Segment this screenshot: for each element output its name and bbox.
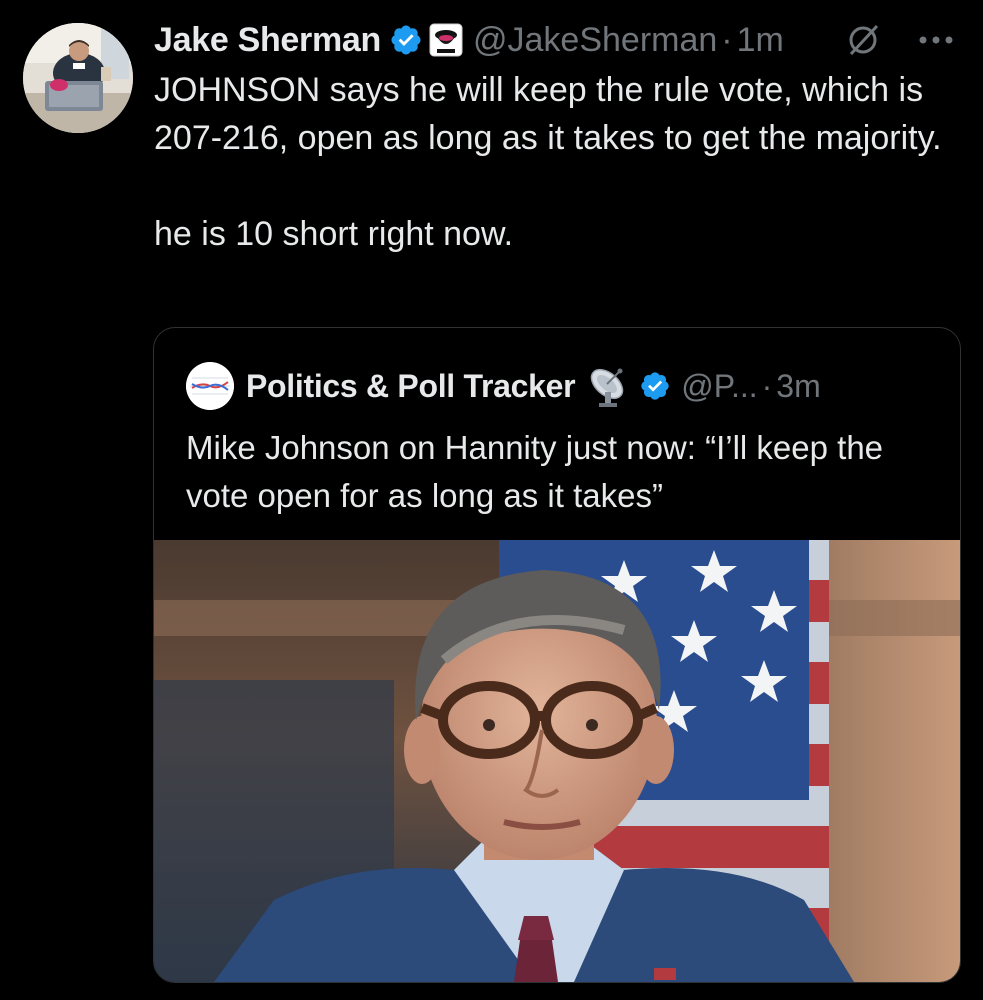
affiliate-logo-icon[interactable] <box>429 23 463 57</box>
quoted-author-avatar[interactable] <box>186 362 234 410</box>
quoted-tweet-card[interactable]: Politics & Poll Tracker @P... · 3m Mike … <box>153 327 961 983</box>
more-options-icon[interactable] <box>913 20 959 60</box>
author-name[interactable]: Jake Sherman <box>154 21 381 60</box>
quoted-author-handle[interactable]: @P... <box>681 368 757 405</box>
separator-dot: · <box>761 367 773 404</box>
tweet-paragraph: he is 10 short right now. <box>154 215 514 253</box>
tweet-header: Jake Sherman @JakeSherman · 1m <box>154 18 784 62</box>
tweet-timestamp[interactable]: 1m <box>737 21 784 60</box>
quoted-tweet-photo[interactable] <box>154 540 960 982</box>
verified-badge-icon[interactable] <box>389 23 423 57</box>
separator-dot: · <box>721 20 733 59</box>
quoted-tweet-timestamp[interactable]: 3m <box>776 368 820 405</box>
author-avatar[interactable] <box>23 23 133 133</box>
tweet-text: JOHNSON says he will keep the rule vote,… <box>154 66 964 258</box>
author-handle[interactable]: @JakeSherman <box>473 21 717 60</box>
quoted-tweet-header: Politics & Poll Tracker @P... · 3m <box>186 362 821 410</box>
tweet-paragraph: JOHNSON says he will keep the rule vote,… <box>154 71 942 157</box>
no-edit-icon <box>843 20 883 60</box>
verified-badge-icon[interactable] <box>639 370 671 402</box>
quoted-tweet-text: Mike Johnson on Hannity just now: “I’ll … <box>186 429 884 514</box>
satellite-dish-icon <box>585 362 633 410</box>
quoted-author-name[interactable]: Politics & Poll Tracker <box>246 368 576 405</box>
